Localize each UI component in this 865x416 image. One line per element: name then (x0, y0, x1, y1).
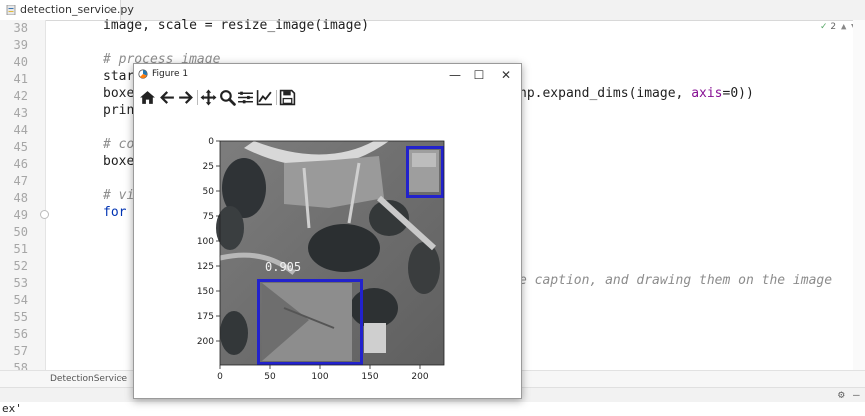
configure-subplots-icon[interactable] (237, 89, 254, 106)
gear-icon[interactable]: ⚙ (838, 388, 845, 401)
figure-title: Figure 1 (152, 69, 189, 79)
home-icon[interactable] (139, 89, 156, 106)
code-line: np.expand_dims(image, axis=0)) (519, 86, 754, 101)
code-comment: e caption, and drawing them on the image (519, 273, 833, 288)
aerial-image (216, 141, 444, 365)
toolbar-separator (276, 90, 277, 105)
editor-scrollbar[interactable] (853, 20, 865, 370)
code-text: np.expand_dims(image, (519, 86, 692, 101)
python-file-icon (6, 5, 16, 15)
x-axis: 0 50 100 150 200 (217, 365, 429, 382)
tab-label: detection_service.py (20, 3, 134, 16)
figure-window[interactable]: Figure 1 — ☐ ✕ 0.905 0 50 100 150 200 0 … (133, 63, 522, 399)
y-tick-label: 175 (197, 312, 214, 322)
forward-icon[interactable] (177, 89, 194, 106)
code-comment: # co (103, 137, 135, 152)
minimize-button[interactable]: — (442, 66, 468, 84)
inspection-widget[interactable]: ✓ 2 (820, 22, 836, 32)
close-button[interactable]: ✕ (493, 66, 519, 84)
code-keyword: for (103, 205, 127, 220)
y-tick-label: 75 (203, 212, 214, 222)
y-axis: 0 25 50 75 100 125 150 175 200 (197, 137, 220, 347)
inspection-count: 2 (830, 22, 837, 32)
figure-title-bar[interactable]: Figure 1 — ☐ ✕ (134, 64, 521, 86)
save-icon[interactable] (279, 89, 296, 106)
y-tick-label: 50 (203, 187, 215, 197)
y-tick-label: 0 (208, 137, 214, 147)
tab-detection-service[interactable]: detection_service.py × (0, 0, 134, 20)
x-tick-label: 50 (264, 372, 276, 382)
code-line: image, scale = resize_image(image) (103, 18, 370, 33)
toolbar-separator (197, 90, 198, 105)
chevron-up-icon[interactable]: ▲ (841, 22, 846, 32)
x-tick-label: 200 (411, 372, 428, 382)
check-icon: ✓ (820, 22, 828, 32)
edit-axes-icon[interactable] (256, 89, 273, 106)
breadcrumb-separator: › (119, 373, 123, 383)
y-tick-label: 25 (203, 162, 214, 172)
pan-icon[interactable] (200, 89, 217, 106)
plot-area: 0.905 0 50 100 150 200 0 25 50 75 100 125 150 175 20… (134, 108, 521, 396)
matplotlib-icon (138, 69, 148, 79)
zoom-icon[interactable] (219, 89, 236, 106)
figure-toolbar (134, 86, 521, 108)
maximize-button[interactable]: ☐ (466, 66, 492, 84)
tab-close-icon[interactable]: × (106, 0, 115, 20)
y-tick-label: 125 (197, 262, 214, 272)
code-param: axis (691, 86, 723, 101)
detection-score-label: 0.905 (265, 260, 301, 274)
y-tick-label: 200 (197, 337, 214, 347)
back-icon[interactable] (159, 89, 176, 106)
code-text: =0)) (722, 86, 754, 101)
console-line: ex' (2, 402, 22, 415)
x-tick-label: 150 (361, 372, 378, 382)
x-tick-label: 100 (311, 372, 328, 382)
console-output: ex' (0, 402, 865, 416)
plot-canvas: 0.905 0 50 100 150 200 0 25 50 75 100 125 150 175 20… (197, 137, 445, 382)
code-comment: # vi (103, 188, 135, 203)
x-tick-label: 0 (217, 372, 223, 382)
breadcrumb-item[interactable]: DetectionService (50, 374, 127, 384)
y-tick-label: 100 (197, 237, 214, 247)
minimize-panel-icon[interactable]: — (853, 388, 860, 401)
y-tick-label: 150 (197, 287, 214, 297)
